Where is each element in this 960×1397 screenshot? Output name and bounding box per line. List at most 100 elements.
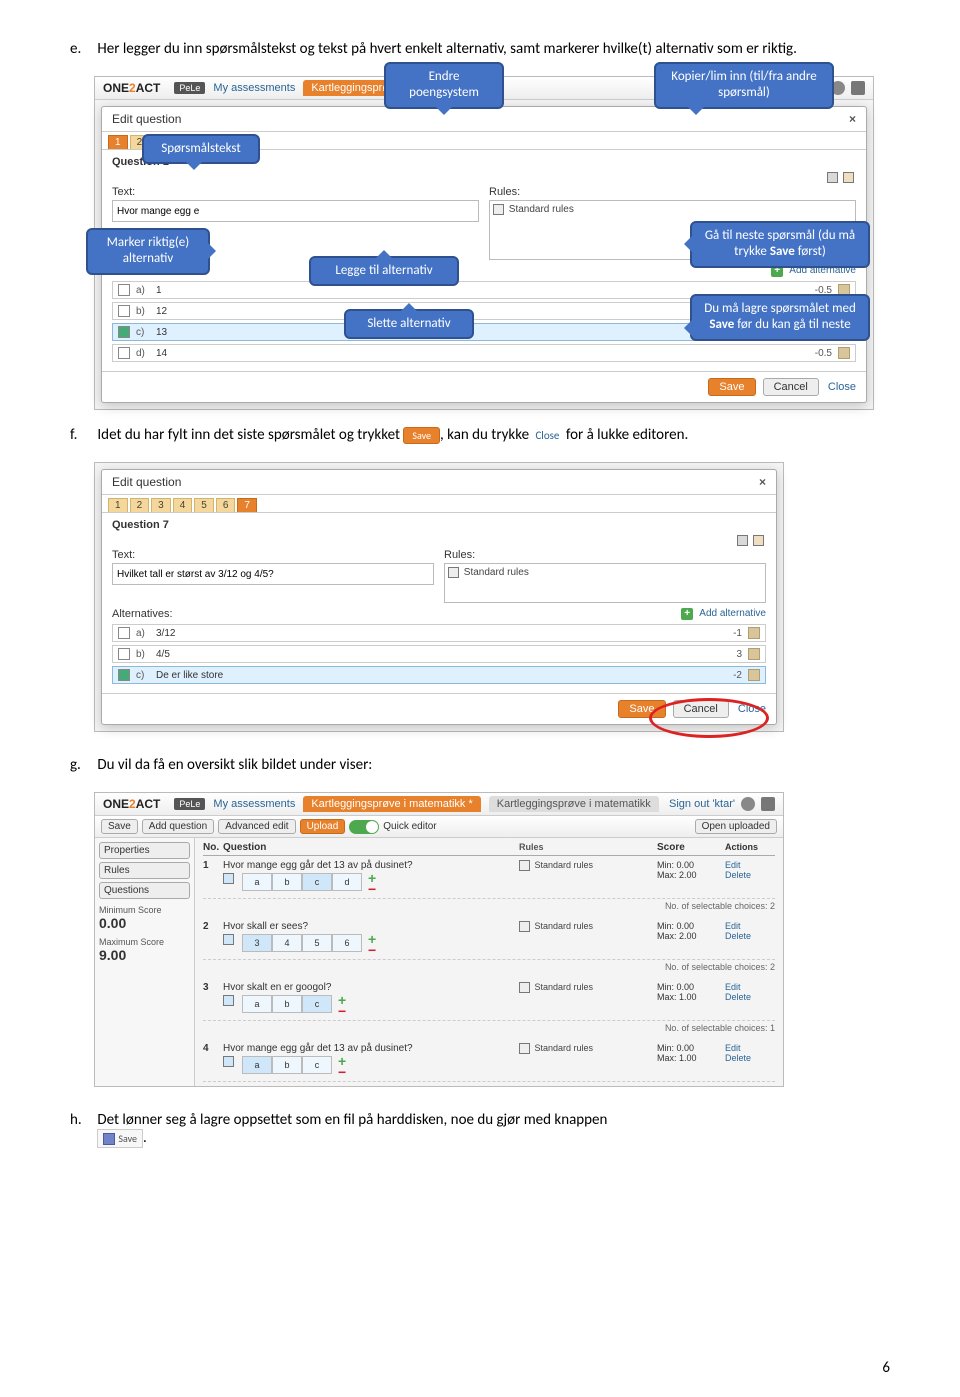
- side-questions[interactable]: Questions: [99, 882, 190, 899]
- close-link[interactable]: Close: [738, 703, 766, 715]
- minus-icon[interactable]: −: [368, 945, 380, 955]
- rules-checkbox-icon[interactable]: [519, 860, 530, 871]
- rules-box-f[interactable]: Standard rules: [444, 563, 766, 603]
- paste-icon[interactable]: [843, 172, 854, 183]
- ov-q-check-icon[interactable]: [223, 873, 234, 884]
- save-button[interactable]: Save: [708, 378, 755, 396]
- qtab-1[interactable]: 1: [108, 135, 128, 149]
- qtab-6[interactable]: 6: [216, 498, 236, 512]
- add-alternative-link-f[interactable]: + Add alternative: [681, 607, 766, 620]
- wrench-icon[interactable]: [851, 81, 865, 95]
- qtab-7[interactable]: 7: [237, 498, 257, 512]
- ov-alt-cell[interactable]: b: [272, 995, 302, 1013]
- alt-checkbox[interactable]: [118, 284, 130, 296]
- ov-alt-cell[interactable]: a: [242, 995, 272, 1013]
- alt-checkbox[interactable]: [118, 347, 130, 359]
- tool-advanced[interactable]: Advanced edit: [218, 819, 295, 834]
- close-icon[interactable]: ×: [849, 112, 856, 126]
- ov-alt-cell[interactable]: b: [272, 873, 302, 891]
- edit-link[interactable]: Edit: [725, 1043, 775, 1053]
- trash-icon[interactable]: [748, 669, 760, 681]
- nav-tab-active[interactable]: Kartleggingsprøve i matematikk *: [303, 796, 480, 812]
- tool-upload[interactable]: Upload: [300, 819, 346, 834]
- alt-letter: b): [136, 306, 150, 317]
- ov-alt-cell[interactable]: 4: [272, 934, 302, 952]
- ov-alt-cell[interactable]: b: [272, 1056, 302, 1074]
- ov-q-check-icon[interactable]: [223, 995, 234, 1006]
- paste-icon[interactable]: [753, 535, 764, 546]
- qtab-5[interactable]: 5: [194, 498, 214, 512]
- ov-q-check-icon[interactable]: [223, 934, 234, 945]
- alternative-row: c) De er like store -2: [112, 666, 766, 684]
- minus-icon[interactable]: −: [338, 1067, 350, 1077]
- trash-icon[interactable]: [748, 648, 760, 660]
- question-text-input-f[interactable]: [112, 563, 434, 585]
- qtab-2[interactable]: 2: [130, 498, 150, 512]
- qtab-3[interactable]: 3: [151, 498, 171, 512]
- tool-add-question[interactable]: Add question: [142, 819, 214, 834]
- rules-checkbox-icon[interactable]: [519, 1043, 530, 1054]
- alt-text[interactable]: 3/12: [156, 628, 706, 639]
- ov-alt-cell[interactable]: 3: [242, 934, 272, 952]
- ov-q-text: Hvor skalt en er googol?: [223, 982, 511, 993]
- callout-sporsmalstekst: Spørsmålstekst: [142, 134, 260, 164]
- copy-icon[interactable]: [827, 172, 838, 183]
- ov-alt-cell[interactable]: c: [302, 1056, 332, 1074]
- delete-link[interactable]: Delete: [725, 870, 775, 880]
- delete-link[interactable]: Delete: [725, 1053, 775, 1063]
- tool-save[interactable]: Save: [101, 819, 138, 834]
- tool-open-uploaded[interactable]: Open uploaded: [695, 819, 777, 834]
- nav-my-assessments[interactable]: My assessments: [213, 82, 295, 94]
- nav-my-assessments[interactable]: My assessments: [213, 798, 295, 810]
- qtab-4[interactable]: 4: [173, 498, 193, 512]
- gear-icon[interactable]: [741, 797, 755, 811]
- ov-alt-cell[interactable]: c: [302, 995, 332, 1013]
- nav-tab-grey[interactable]: Kartleggingsprøve i matematikk: [489, 796, 659, 812]
- ov-alt-cell[interactable]: 6: [332, 934, 362, 952]
- close-link[interactable]: Close: [828, 381, 856, 393]
- rules-checkbox-icon[interactable]: [448, 567, 459, 578]
- cancel-button[interactable]: Cancel: [673, 700, 729, 718]
- alt-letter: c): [136, 670, 150, 681]
- alt-text[interactable]: De er like store: [156, 670, 706, 681]
- rules-checkbox-icon[interactable]: [519, 982, 530, 993]
- signout-link[interactable]: Sign out 'ktar': [669, 797, 775, 811]
- ov-q-check-icon[interactable]: [223, 1056, 234, 1067]
- edit-link[interactable]: Edit: [725, 860, 775, 870]
- delete-link[interactable]: Delete: [725, 992, 775, 1002]
- overview-header: ONE2ACT PeLe My assessments Kartleggings…: [95, 793, 783, 816]
- edit-link[interactable]: Edit: [725, 921, 775, 931]
- trash-icon[interactable]: [838, 347, 850, 359]
- alt-text[interactable]: 4/5: [156, 649, 706, 660]
- question-text-input[interactable]: [112, 200, 479, 222]
- alt-text[interactable]: 14: [156, 348, 796, 359]
- qtab-1[interactable]: 1: [108, 498, 128, 512]
- minus-icon[interactable]: −: [338, 1006, 350, 1016]
- alt-checkbox[interactable]: [118, 648, 130, 660]
- cancel-button[interactable]: Cancel: [763, 378, 819, 396]
- alt-checkbox[interactable]: [118, 669, 130, 681]
- toggle-switch[interactable]: [349, 820, 379, 834]
- rules-checkbox-icon[interactable]: [519, 921, 530, 932]
- copy-icon[interactable]: [737, 535, 748, 546]
- alt-checkbox[interactable]: [118, 305, 130, 317]
- alt-checkbox[interactable]: [118, 326, 130, 338]
- close-icon[interactable]: ×: [759, 475, 766, 489]
- side-properties[interactable]: Properties: [99, 842, 190, 859]
- side-rules[interactable]: Rules: [99, 862, 190, 879]
- delete-link[interactable]: Delete: [725, 931, 775, 941]
- wrench-icon[interactable]: [761, 797, 775, 811]
- rules-checkbox-icon[interactable]: [493, 204, 504, 215]
- trash-icon[interactable]: [748, 627, 760, 639]
- ov-alt-cell[interactable]: c: [302, 873, 332, 891]
- edit-link[interactable]: Edit: [725, 982, 775, 992]
- alt-checkbox[interactable]: [118, 627, 130, 639]
- ov-alt-cell[interactable]: a: [242, 873, 272, 891]
- ov-alt-cell[interactable]: a: [242, 1056, 272, 1074]
- ov-alt-cell[interactable]: d: [332, 873, 362, 891]
- page-number: 6: [882, 1359, 890, 1377]
- callout-marker-riktig-text: Marker riktig(e) alternativ: [107, 235, 189, 266]
- save-button[interactable]: Save: [618, 700, 665, 718]
- minus-icon[interactable]: −: [368, 884, 380, 894]
- ov-alt-cell[interactable]: 5: [302, 934, 332, 952]
